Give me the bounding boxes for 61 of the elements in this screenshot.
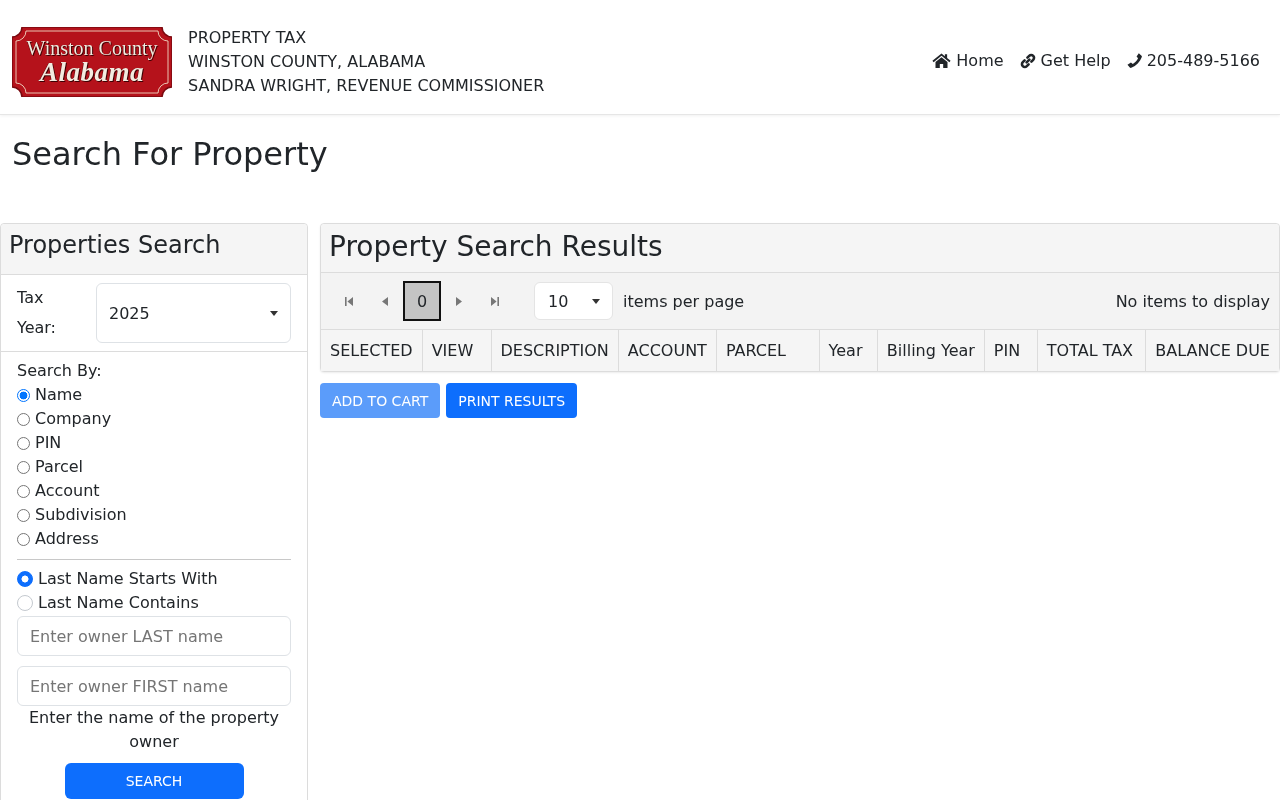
page-number-button[interactable]: 0: [403, 281, 441, 321]
radio-button[interactable]: [17, 595, 33, 611]
input-field[interactable]: Enter owner LAST name: [17, 616, 291, 656]
search-option[interactable]: Address: [17, 527, 99, 551]
radio-button[interactable]: [17, 508, 30, 522]
search-option[interactable]: Company: [17, 407, 112, 431]
search-option[interactable]: Account: [17, 479, 100, 503]
first-page-icon: [345, 296, 353, 306]
logo-text: Alabama: [40, 58, 144, 86]
column-header: PARCEL: [716, 330, 820, 371]
home-icon: [932, 53, 952, 68]
header-title-line: WINSTON COUNTY, ALABAMA: [188, 50, 427, 73]
nav-link[interactable]: 205-489-5166: [1126, 51, 1260, 70]
radio-button[interactable]: [17, 436, 30, 450]
column-header: VIEW: [422, 330, 491, 371]
column-header: PIN: [984, 330, 1038, 371]
help-text: Enter the name of the property owner: [27, 707, 281, 753]
radio-button[interactable]: [17, 484, 30, 498]
panel-title: Properties Search: [9, 230, 221, 260]
nav-link[interactable]: Get Help: [1019, 51, 1111, 70]
column-header: ACCOUNT: [618, 330, 717, 371]
previous-page-icon: [382, 296, 388, 306]
search-option[interactable]: Name: [17, 383, 83, 407]
tax-year-select[interactable]: 2025: [96, 283, 291, 343]
match-option[interactable]: Last Name Starts With: [17, 567, 218, 591]
radio-button[interactable]: [17, 388, 30, 402]
print-results-button[interactable]: PRINT RESULTS: [446, 383, 578, 418]
radio-button[interactable]: [17, 460, 30, 474]
header-title-line: PROPERTY TAX: [188, 26, 308, 49]
next-page-icon: [456, 296, 462, 306]
match-option[interactable]: Last Name Contains: [17, 591, 199, 615]
last-page-icon: [491, 296, 499, 306]
search-option[interactable]: Subdivision: [17, 503, 127, 527]
search-option[interactable]: PIN: [17, 431, 62, 455]
header-title-line: SANDRA WRIGHT, REVENUE COMMISSIONER: [188, 74, 545, 97]
column-header: SELECTED: [321, 330, 423, 371]
column-header: Billing Year: [877, 330, 985, 371]
column-header: DESCRIPTION: [491, 330, 619, 371]
phone-icon: [1126, 53, 1142, 68]
radio-button[interactable]: [17, 532, 30, 546]
pager-status: No items to display: [1115, 291, 1270, 311]
link-icon: [1019, 52, 1036, 69]
caret-icon: [270, 310, 278, 316]
nav-link[interactable]: Home: [932, 51, 1004, 70]
column-header: TOTAL TAX: [1037, 330, 1146, 371]
column-header: Year: [819, 330, 878, 371]
county-logo[interactable]: Winston County Alabama: [12, 26, 172, 97]
radio-button[interactable]: [17, 571, 33, 587]
caret-icon: [592, 298, 600, 304]
page-size-select[interactable]: 10: [534, 282, 613, 320]
panel-title: Property Search Results: [329, 230, 663, 264]
field-label: Tax Year:: [17, 287, 57, 339]
logo-text: Winston County: [26, 37, 158, 58]
items-per-page-label: items per page: [623, 291, 745, 311]
section-label: Search By:: [17, 360, 103, 382]
search-option[interactable]: Parcel: [17, 455, 84, 479]
column-header: BALANCE DUE: [1145, 330, 1279, 371]
page-title: Search For Property: [11, 135, 329, 173]
radio-button[interactable]: [17, 412, 30, 426]
input-field[interactable]: Enter owner FIRST name: [17, 666, 291, 706]
search-button[interactable]: SEARCH: [64, 763, 244, 799]
